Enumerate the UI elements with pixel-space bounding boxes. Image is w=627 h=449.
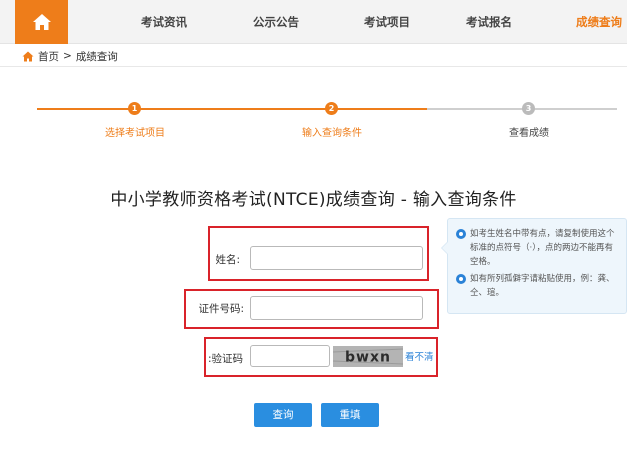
page-title: 中小学教师资格考试(NTCE)成绩查询 - 输入查询条件 bbox=[110, 190, 517, 210]
tip-text: 如考生姓名中带有点，请复制使用这个标准的点符号（·），点的两边不能再有空格。 bbox=[470, 229, 615, 267]
name-label: 姓名: bbox=[215, 254, 240, 266]
captcha-input[interactable] bbox=[250, 345, 330, 367]
bullet-icon bbox=[456, 274, 466, 284]
refresh-captcha-link[interactable]: 看不清 bbox=[405, 349, 434, 363]
query-button[interactable]: 查询 bbox=[254, 403, 312, 427]
captcha-image[interactable]: bwxn bbox=[333, 346, 403, 367]
captcha-text: bwxn bbox=[345, 350, 391, 366]
home-button[interactable] bbox=[15, 0, 68, 44]
id-number-label: 证件号码: bbox=[198, 303, 244, 315]
step-dot-2: 2 bbox=[325, 102, 338, 115]
help-tooltip: 如考生姓名中带有点，请复制使用这个标准的点符号（·），点的两边不能再有空格。 如… bbox=[441, 218, 627, 314]
bullet-icon bbox=[456, 229, 466, 239]
tip-item: 如有所列孤僻字请粘贴使用，例：龚、仝、瑄。 bbox=[456, 272, 618, 300]
step-line-done bbox=[37, 108, 427, 110]
tip-text: 如有所列孤僻字请粘贴使用，例：龚、仝、瑄。 bbox=[470, 274, 615, 298]
top-nav-bar: 考试资讯 公示公告 考试项目 考试报名 成绩查询 bbox=[0, 0, 627, 44]
captcha-label: 验证码: bbox=[207, 353, 243, 365]
home-icon bbox=[22, 51, 34, 61]
nav-item-exam-projects[interactable]: 考试项目 bbox=[364, 0, 410, 44]
step-dot-3: 3 bbox=[522, 102, 535, 115]
step-dot-1: 1 bbox=[128, 102, 141, 115]
home-icon bbox=[32, 14, 51, 30]
tip-item: 如考生姓名中带有点，请复制使用这个标准的点符号（·），点的两边不能再有空格。 bbox=[456, 227, 618, 269]
step-label-2: 输入查询条件 bbox=[302, 128, 362, 139]
step-label-1: 选择考试项目 bbox=[105, 128, 165, 139]
breadcrumb-separator: > bbox=[63, 50, 72, 62]
id-number-input[interactable] bbox=[250, 296, 423, 320]
breadcrumb-home-link[interactable]: 首页 bbox=[38, 49, 59, 64]
nav-item-exam-news[interactable]: 考试资讯 bbox=[141, 0, 187, 44]
nav-item-registration[interactable]: 考试报名 bbox=[466, 0, 512, 44]
name-input[interactable] bbox=[250, 246, 423, 270]
breadcrumb: 首页 > 成绩查询 bbox=[22, 47, 118, 65]
breadcrumb-current: 成绩查询 bbox=[75, 50, 118, 63]
nav-item-score-query[interactable]: 成绩查询 bbox=[576, 0, 622, 44]
step-label-3: 查看成绩 bbox=[509, 128, 549, 139]
reset-button[interactable]: 重填 bbox=[321, 403, 379, 427]
nav-item-announcements[interactable]: 公示公告 bbox=[253, 0, 299, 44]
divider bbox=[0, 66, 627, 67]
